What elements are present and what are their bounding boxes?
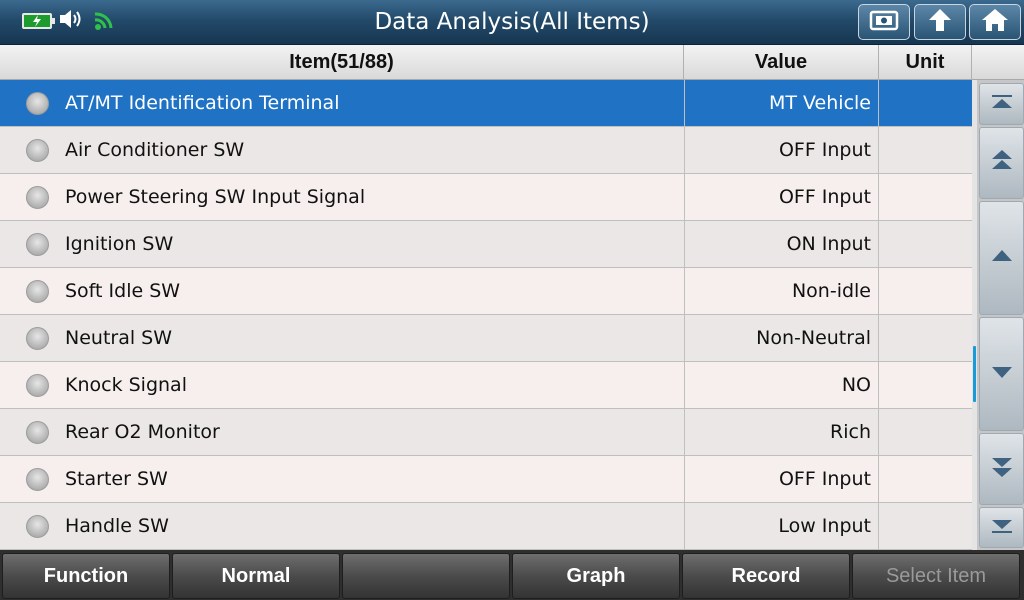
item-unit <box>879 503 972 550</box>
data-table: AT/MT Identification Terminal MT Vehicle… <box>0 80 972 550</box>
page-up-button[interactable] <box>979 127 1024 199</box>
radio-button[interactable] <box>26 421 49 444</box>
home-button[interactable] <box>969 4 1021 40</box>
scrollbar-track[interactable] <box>972 80 977 550</box>
scroll-bottom-button[interactable] <box>979 507 1024 548</box>
value-column-header: Value <box>684 45 879 80</box>
item-unit <box>879 409 972 456</box>
radio-button[interactable] <box>26 515 49 538</box>
table-header: Item(51/88) Value Unit <box>0 45 1024 80</box>
item-name: Handle SW <box>65 515 169 537</box>
page-down-icon <box>989 454 1015 484</box>
scroll-top-button[interactable] <box>979 83 1024 125</box>
bottom-toolbar: Function Normal Graph Record Select Item <box>0 550 1024 600</box>
item-value: Non-idle <box>684 268 879 315</box>
table-row[interactable]: Starter SW OFF Input <box>0 456 972 503</box>
item-value: ON Input <box>684 221 879 268</box>
item-name: Knock Signal <box>65 374 187 396</box>
screenshot-icon <box>869 9 899 35</box>
item-name: Rear O2 Monitor <box>65 421 220 443</box>
item-value: NO <box>684 362 879 409</box>
radio-button[interactable] <box>26 374 49 397</box>
item-unit <box>879 268 972 315</box>
item-name: Air Conditioner SW <box>65 139 245 161</box>
page-up-icon <box>989 148 1015 178</box>
item-value: OFF Input <box>684 456 879 503</box>
item-name: Starter SW <box>65 468 168 490</box>
table-row[interactable]: Neutral SW Non-Neutral <box>0 315 972 362</box>
graph-button[interactable]: Graph <box>512 553 680 599</box>
unit-column-header: Unit <box>879 45 972 80</box>
item-column-header: Item(51/88) <box>0 45 684 80</box>
back-up-icon <box>925 7 955 37</box>
table-row[interactable]: Handle SW Low Input <box>0 503 972 550</box>
table-row[interactable]: Knock Signal NO <box>0 362 972 409</box>
radio-button[interactable] <box>26 186 49 209</box>
item-name: AT/MT Identification Terminal <box>65 92 340 114</box>
item-value: Non-Neutral <box>684 315 879 362</box>
item-value: OFF Input <box>684 174 879 221</box>
line-down-icon <box>989 363 1015 385</box>
title-bar: Data Analysis(All Items) <box>0 0 1024 45</box>
page-down-button[interactable] <box>979 433 1024 505</box>
radio-button[interactable] <box>26 92 49 115</box>
item-name: Neutral SW <box>65 327 173 349</box>
line-down-button[interactable] <box>979 317 1024 431</box>
function-button[interactable]: Function <box>2 553 170 599</box>
back-button[interactable] <box>914 4 966 40</box>
table-row[interactable]: Soft Idle SW Non-idle <box>0 268 972 315</box>
item-value: OFF Input <box>684 127 879 174</box>
table-row[interactable]: Air Conditioner SW OFF Input <box>0 127 972 174</box>
item-name: Soft Idle SW <box>65 280 181 302</box>
blank-button[interactable] <box>342 553 510 599</box>
scroll-bottom-icon <box>989 517 1015 539</box>
item-unit <box>879 456 972 503</box>
radio-button[interactable] <box>26 233 49 256</box>
screenshot-button[interactable] <box>858 4 910 40</box>
radio-button[interactable] <box>26 327 49 350</box>
radio-button[interactable] <box>26 468 49 491</box>
item-unit <box>879 174 972 221</box>
item-unit <box>879 127 972 174</box>
table-row[interactable]: AT/MT Identification Terminal MT Vehicle <box>0 80 972 127</box>
line-up-button[interactable] <box>979 201 1024 315</box>
item-value: Rich <box>684 409 879 456</box>
item-unit <box>879 315 972 362</box>
item-value: MT Vehicle <box>684 80 879 127</box>
table-row[interactable]: Ignition SW ON Input <box>0 221 972 268</box>
scroll-panel <box>972 80 1024 550</box>
home-icon <box>980 7 1010 37</box>
radio-button[interactable] <box>26 139 49 162</box>
normal-button[interactable]: Normal <box>172 553 340 599</box>
item-unit <box>879 221 972 268</box>
select-item-button[interactable]: Select Item <box>852 553 1020 599</box>
item-value: Low Input <box>684 503 879 550</box>
scrollbar-thumb[interactable] <box>973 346 976 402</box>
item-unit <box>879 80 972 127</box>
item-name: Power Steering SW Input Signal <box>65 186 366 208</box>
record-button[interactable]: Record <box>682 553 850 599</box>
radio-button[interactable] <box>26 280 49 303</box>
table-row[interactable]: Power Steering SW Input Signal OFF Input <box>0 174 972 221</box>
item-name: Ignition SW <box>65 233 174 255</box>
scroll-top-icon <box>989 93 1015 115</box>
table-row[interactable]: Rear O2 Monitor Rich <box>0 409 972 456</box>
line-up-icon <box>989 247 1015 269</box>
item-unit <box>879 362 972 409</box>
